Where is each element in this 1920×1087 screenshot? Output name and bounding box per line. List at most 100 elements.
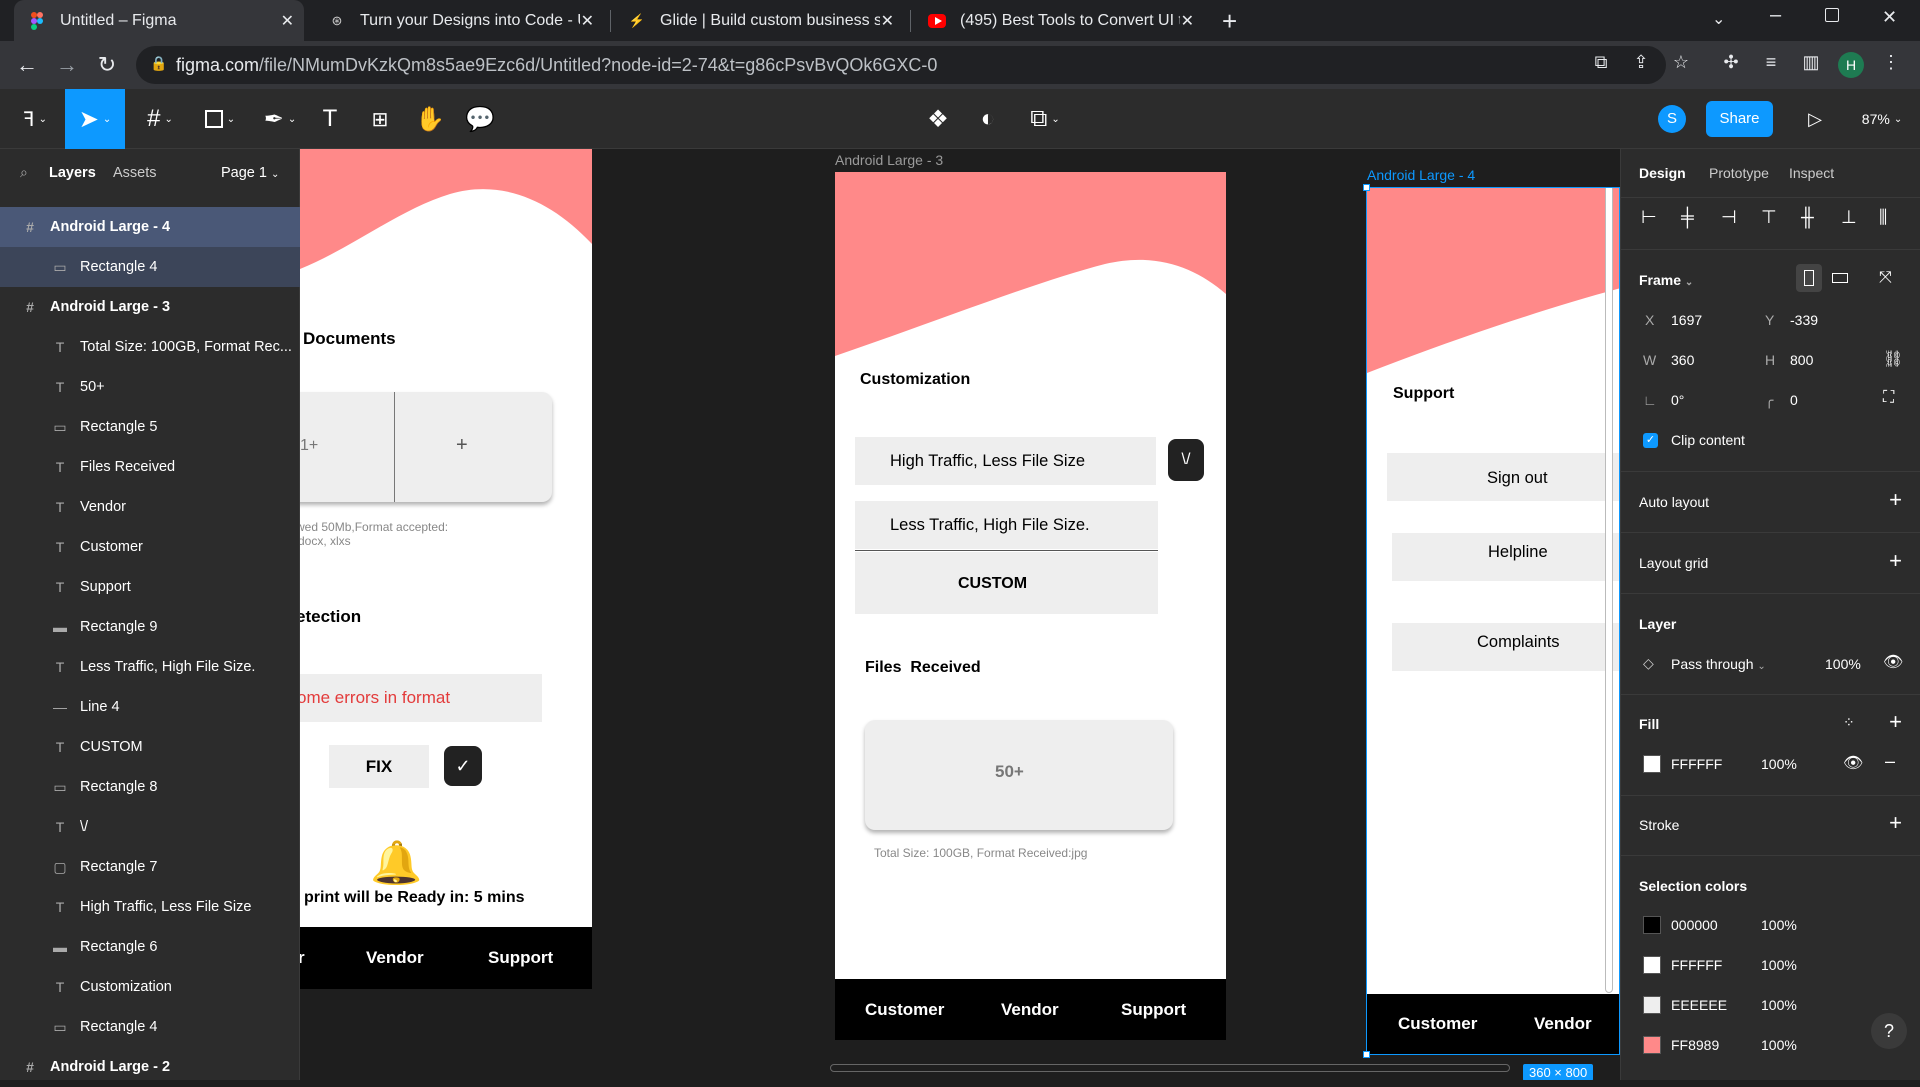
- fill-swatch[interactable]: [1643, 755, 1661, 773]
- close-window-icon[interactable]: ✕: [1882, 7, 1897, 28]
- clip-content-checkbox[interactable]: ✓: [1643, 433, 1658, 448]
- nav-support[interactable]: Support: [1121, 1000, 1186, 1020]
- selection-color-hex[interactable]: EEEEEE: [1671, 997, 1727, 1013]
- present-icon[interactable]: ▷: [1800, 89, 1830, 149]
- blend-mode-dropdown[interactable]: Pass through ⌄: [1671, 656, 1766, 672]
- signout-item[interactable]: Sign out: [1387, 453, 1619, 501]
- selection-color-opacity[interactable]: 100%: [1761, 957, 1797, 973]
- tab-prototype[interactable]: Prototype: [1709, 165, 1769, 181]
- complaints-item[interactable]: Complaints: [1392, 623, 1619, 671]
- selection-color-swatch[interactable]: [1643, 916, 1661, 934]
- dropdown-button[interactable]: \/: [1168, 439, 1204, 481]
- tab-glide[interactable]: ⚡ Glide | Build custom business sof ✕: [614, 0, 904, 41]
- reload-icon[interactable]: ↻: [94, 53, 120, 79]
- text-tool-icon[interactable]: T: [310, 89, 350, 149]
- selection-color-swatch[interactable]: [1643, 996, 1661, 1014]
- page-selector[interactable]: Page 1 ⌄: [221, 165, 279, 181]
- nav-vendor[interactable]: Vendor: [1534, 1014, 1592, 1034]
- tab-assets[interactable]: Assets: [113, 165, 157, 181]
- remove-fill-icon[interactable]: –: [1885, 751, 1895, 772]
- minimize-icon[interactable]: –: [1770, 4, 1781, 27]
- add-fill-icon[interactable]: +: [1889, 709, 1902, 735]
- bookmark-star-icon[interactable]: ☆: [1668, 52, 1694, 73]
- frame-tool-icon[interactable]: # ⌄: [135, 89, 185, 149]
- comment-tool-icon[interactable]: 💬: [460, 89, 500, 149]
- layer-frame[interactable]: # Android Large - 4: [0, 207, 300, 247]
- canvas[interactable]: Documents 1+ + wed 50Mb,Format accepted:…: [300, 149, 1620, 1080]
- option-less-traffic[interactable]: Less Traffic, High File Size.: [855, 501, 1158, 549]
- close-tab-icon[interactable]: ✕: [881, 11, 894, 31]
- fill-opacity-field[interactable]: 100%: [1761, 756, 1797, 772]
- align-right-icon[interactable]: ⊣: [1721, 207, 1737, 228]
- landscape-icon[interactable]: [1832, 273, 1848, 283]
- align-bottom-icon[interactable]: ⊥: [1841, 207, 1857, 228]
- nav-vendor[interactable]: Vendor: [1001, 1000, 1059, 1020]
- forward-icon[interactable]: →: [54, 53, 80, 79]
- sidepanel-icon[interactable]: ▥: [1798, 52, 1824, 73]
- main-menu-icon[interactable]: ꟻ ⌄: [10, 89, 60, 149]
- frame-label-4[interactable]: Android Large - 4: [1367, 167, 1475, 183]
- user-avatar[interactable]: S: [1658, 105, 1686, 133]
- address-bar[interactable]: 🔒 figma.com/file/NMumDvKzkQm8s5ae9Ezc6d/…: [136, 46, 1666, 84]
- frame-scrollbar[interactable]: [1605, 188, 1613, 993]
- layer-item[interactable]: ▭ Rectangle 4: [0, 247, 300, 287]
- layer-item[interactable]: ▭ Rectangle 8: [0, 767, 300, 807]
- fix-button[interactable]: FIX: [329, 745, 429, 788]
- close-tab-icon[interactable]: ✕: [581, 11, 594, 31]
- x-field[interactable]: 1697: [1671, 312, 1702, 328]
- layer-opacity-field[interactable]: 100%: [1825, 656, 1861, 672]
- tab-design[interactable]: Design: [1639, 165, 1686, 181]
- fill-styles-icon[interactable]: ⁘: [1843, 714, 1855, 731]
- nav-customer[interactable]: Customer: [1398, 1014, 1477, 1034]
- layer-item[interactable]: T \/: [0, 807, 300, 847]
- eye-icon[interactable]: 👁: [1883, 652, 1903, 672]
- y-field[interactable]: -339: [1790, 312, 1818, 328]
- help-button[interactable]: ?: [1871, 1013, 1907, 1049]
- h-field[interactable]: 800: [1790, 352, 1813, 368]
- check-button[interactable]: ✓: [444, 746, 482, 786]
- boolean-icon[interactable]: ⧉ ⌄: [1020, 89, 1070, 149]
- layer-item[interactable]: — Line 4: [0, 687, 300, 727]
- resize-handle[interactable]: [1363, 1051, 1370, 1058]
- add-stroke-icon[interactable]: +: [1889, 810, 1902, 836]
- mask-icon[interactable]: ◐: [968, 89, 1008, 149]
- layer-item[interactable]: ▭ Rectangle 5: [0, 407, 300, 447]
- hand-tool-icon[interactable]: ✋: [410, 89, 450, 149]
- selection-color-hex[interactable]: 000000: [1671, 917, 1718, 933]
- component-icon[interactable]: ❖: [918, 89, 958, 149]
- align-hcenter-icon[interactable]: ╪: [1681, 207, 1694, 228]
- nav-vendor[interactable]: Vendor: [366, 948, 424, 968]
- move-tool-icon[interactable]: ➤ ⌄: [65, 89, 125, 149]
- option-high-traffic[interactable]: High Traffic, Less File Size: [855, 437, 1156, 485]
- layer-item[interactable]: ▬ Rectangle 6: [0, 927, 300, 967]
- shape-tool-icon[interactable]: ⌄: [195, 89, 245, 149]
- profile-avatar[interactable]: H: [1838, 52, 1864, 78]
- resources-icon[interactable]: ⊞: [360, 89, 400, 149]
- close-tab-icon[interactable]: ✕: [1181, 11, 1194, 31]
- browser-menu-icon[interactable]: ⋮: [1878, 52, 1904, 73]
- layer-item[interactable]: T High Traffic, Less File Size: [0, 887, 300, 927]
- layer-item[interactable]: T Customization: [0, 967, 300, 1007]
- helpline-item[interactable]: Helpline: [1392, 533, 1619, 581]
- share-page-icon[interactable]: ⇪: [1628, 52, 1654, 73]
- align-top-icon[interactable]: ⊤: [1761, 207, 1777, 228]
- files-card[interactable]: 50+: [865, 720, 1173, 830]
- copy-link-icon[interactable]: ⧉: [1588, 52, 1614, 73]
- w-field[interactable]: 360: [1671, 352, 1694, 368]
- share-button[interactable]: Share: [1706, 101, 1773, 137]
- layer-item[interactable]: T CUSTOM: [0, 727, 300, 767]
- selection-color-swatch[interactable]: [1643, 956, 1661, 974]
- selection-color-opacity[interactable]: 100%: [1761, 1037, 1797, 1053]
- selection-color-swatch[interactable]: [1643, 1036, 1661, 1054]
- restore-icon[interactable]: [1825, 8, 1839, 22]
- canvas-horizontal-scrollbar[interactable]: [830, 1064, 1510, 1072]
- layer-item[interactable]: ▭ Rectangle 4: [0, 1007, 300, 1047]
- close-tab-icon[interactable]: ✕: [281, 11, 294, 31]
- nav-customer[interactable]: Customer: [865, 1000, 944, 1020]
- upload-plus[interactable]: +: [456, 434, 468, 457]
- layer-item[interactable]: T 50+: [0, 367, 300, 407]
- corner-radius-field[interactable]: 0: [1790, 392, 1798, 408]
- tab-layers[interactable]: Layers: [49, 165, 96, 181]
- add-layout-grid-icon[interactable]: +: [1889, 548, 1902, 574]
- tab-locofy[interactable]: ⊛ Turn your Designs into Code - UI ✕: [314, 0, 604, 41]
